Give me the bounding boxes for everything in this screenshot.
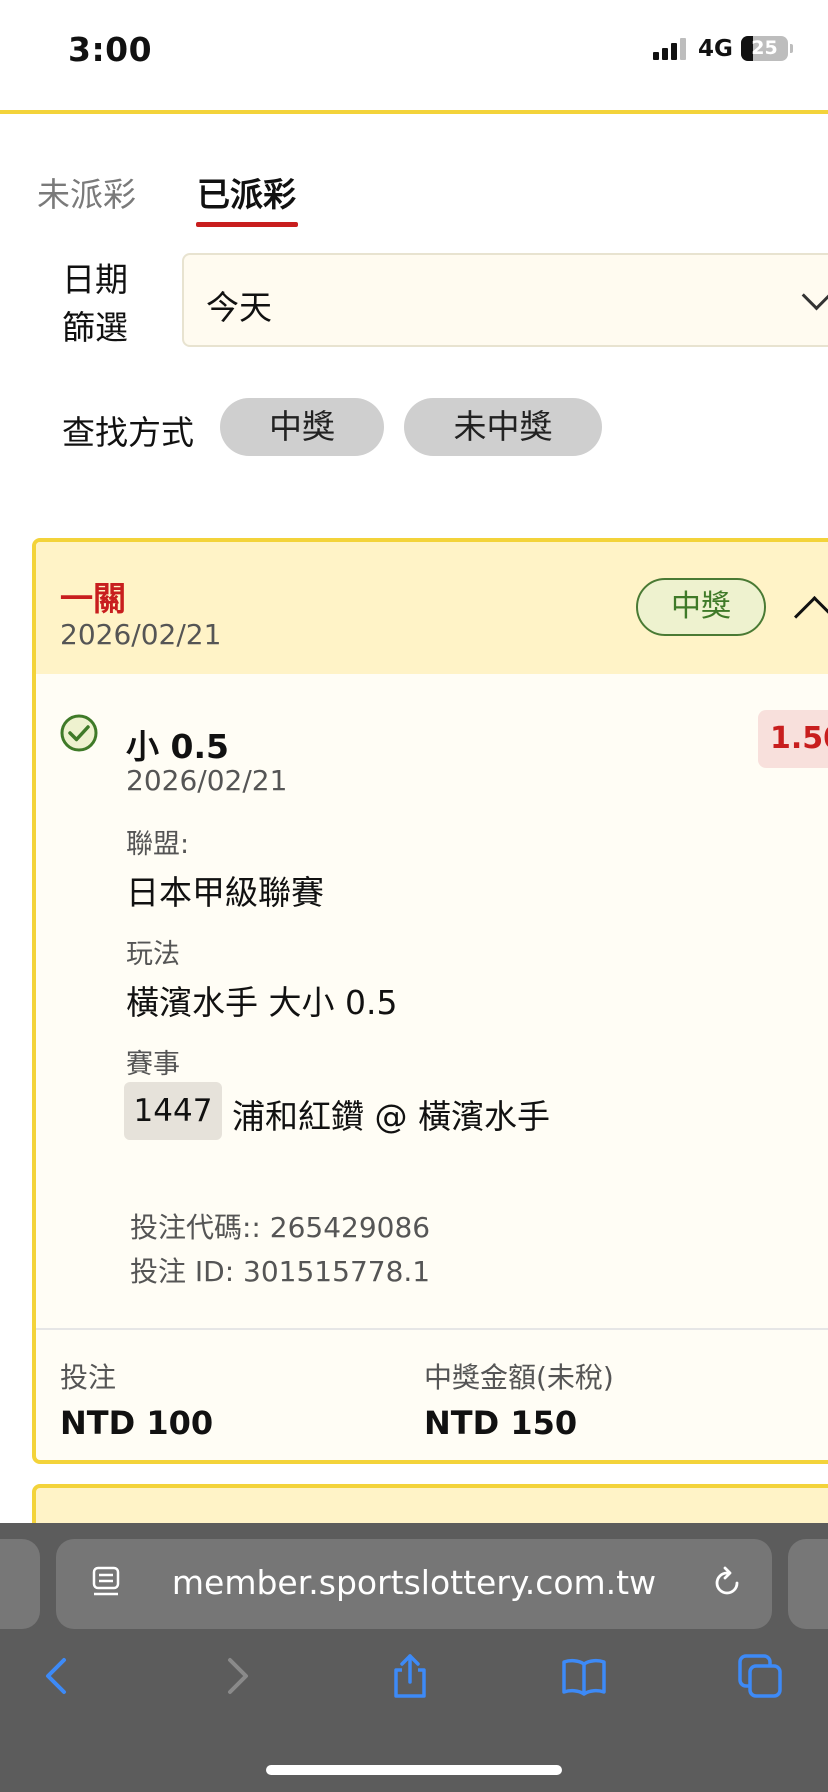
share-icon[interactable] (386, 1652, 434, 1700)
chevron-up-icon[interactable] (793, 595, 828, 638)
chevron-down-icon (801, 280, 828, 311)
selection-title: 小 0.5 (126, 727, 229, 766)
filter-lost-button[interactable]: 未中獎 (404, 398, 602, 456)
status-bar: 3:00 4G 25 (0, 0, 828, 110)
stake-label: 投注 (60, 1361, 117, 1394)
filter-won-button[interactable]: 中獎 (220, 398, 384, 456)
date-filter-select[interactable]: 今天 (182, 253, 828, 347)
market-label: 玩法 (126, 939, 180, 970)
battery-icon: 25 (741, 36, 788, 61)
battery-nub (790, 44, 793, 53)
back-icon[interactable] (34, 1652, 82, 1700)
bet-date: 2026/02/21 (60, 618, 222, 651)
event-name: 浦和紅鑽 @ 橫濱水手 (232, 1097, 550, 1136)
active-tab-indicator (196, 222, 298, 227)
header-divider (0, 110, 828, 114)
odds-badge: 1.50 (758, 710, 828, 768)
battery-level: 25 (751, 37, 778, 59)
market-value: 橫濱水手 大小 0.5 (126, 983, 398, 1022)
bet-type: 一關 (60, 579, 126, 618)
selection-date: 2026/02/21 (126, 764, 288, 797)
league-value: 日本甲級聯賽 (126, 873, 324, 912)
forward-icon[interactable] (212, 1652, 260, 1700)
bet-card-header[interactable]: 一關 2026/02/21 中獎 (36, 542, 828, 674)
payout-label: 中獎金額(未稅) (424, 1361, 614, 1394)
url-text[interactable]: member.sportslottery.com.tw (0, 1563, 828, 1602)
stake-value: NTD 100 (60, 1404, 214, 1442)
event-number: 1447 (124, 1082, 222, 1140)
bet-code: 投注代碼:: 265429086 (130, 1211, 431, 1244)
card-divider (36, 1328, 828, 1330)
reload-icon[interactable] (710, 1566, 744, 1600)
bookmarks-icon[interactable] (560, 1652, 608, 1700)
signal-icon (653, 38, 689, 60)
league-label: 聯盟: (126, 829, 190, 860)
status-time: 3:00 (68, 30, 153, 69)
date-filter-label: 日期 篩選 (62, 256, 142, 352)
network-type: 4G (698, 36, 733, 62)
date-filter-value: 今天 (206, 288, 272, 327)
home-indicator (266, 1765, 562, 1775)
date-filter-label-text: 日期 篩選 (62, 260, 128, 347)
payout-value: NTD 150 (424, 1404, 578, 1442)
bet-id: 投注 ID: 301515778.1 (130, 1255, 431, 1288)
search-method-label: 查找方式 (62, 413, 194, 452)
tabs-icon[interactable] (736, 1652, 784, 1700)
bet-card: 一關 2026/02/21 中獎 小 0.5 2026/02/21 1.50 聯… (32, 538, 828, 1464)
status-badge: 中獎 (636, 578, 766, 636)
tab-unsettled[interactable]: 未派彩 (37, 168, 136, 216)
tab-settled[interactable]: 已派彩 (197, 168, 296, 216)
check-circle-icon (60, 714, 98, 752)
event-label: 賽事 (126, 1049, 180, 1080)
